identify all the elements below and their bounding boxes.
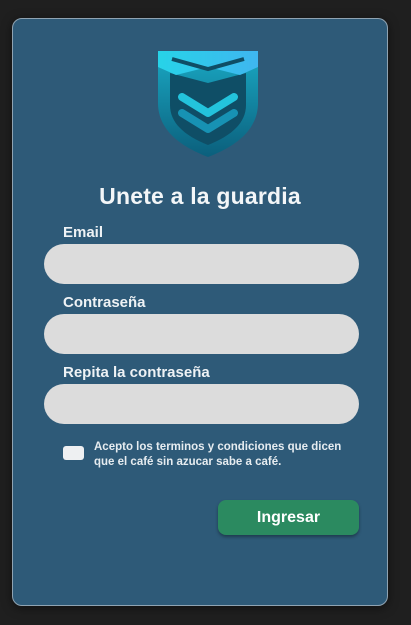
- email-label: Email: [63, 224, 104, 241]
- submit-button[interactable]: Ingresar: [218, 500, 359, 535]
- terms-checkbox[interactable]: [63, 446, 84, 460]
- shield-check-icon: [158, 51, 258, 157]
- confirm-password-label: Repita la contraseña: [63, 364, 210, 381]
- page-title: Unete a la guardia: [99, 183, 301, 209]
- email-field[interactable]: [44, 244, 359, 284]
- terms-text: Acepto los terminos y condiciones que di…: [94, 441, 342, 468]
- confirm-password-field[interactable]: [44, 384, 359, 424]
- password-label: Contraseña: [63, 294, 146, 311]
- signup-card: Unete a la guardia Email Contraseña Repi…: [12, 18, 388, 606]
- password-field[interactable]: [44, 314, 359, 354]
